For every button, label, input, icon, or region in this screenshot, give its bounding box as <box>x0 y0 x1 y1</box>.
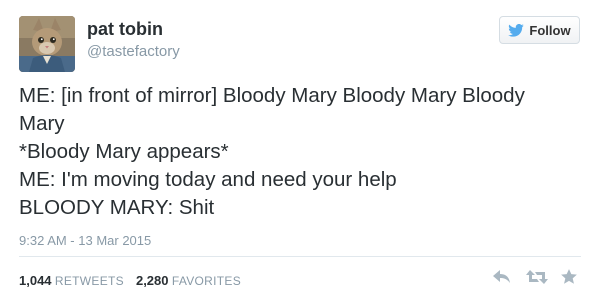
retweets-stat[interactable]: 1,044 RETWEETS <box>19 273 124 288</box>
divider <box>19 256 581 257</box>
cat-avatar-image <box>19 16 75 72</box>
user-display-name[interactable]: pat tobin <box>87 19 163 40</box>
tweet-line: Mary <box>19 112 65 135</box>
follow-button[interactable]: Follow <box>499 16 580 44</box>
tweet-actions <box>492 268 580 286</box>
tweet-text: ME: [in front of mirror] Bloody Mary Blo… <box>19 82 579 222</box>
tweet-line: BLOODY MARY: Shit <box>19 196 215 219</box>
tweet-line: *Bloody Mary appears* <box>19 140 229 163</box>
favorite-icon[interactable] <box>560 268 580 286</box>
retweets-label: RETWEETS <box>54 274 124 288</box>
favorites-stat[interactable]: 2,280 FAVORITES <box>136 273 241 288</box>
retweet-icon[interactable] <box>526 268 548 286</box>
favorites-label: FAVORITES <box>171 274 242 288</box>
tweet-card: pat tobin @tastefactory Follow ME: [in f… <box>0 0 600 304</box>
reply-icon[interactable] <box>492 268 512 286</box>
avatar[interactable] <box>19 16 75 72</box>
retweets-count: 1,044 <box>19 273 52 288</box>
tweet-stats: 1,044 RETWEETS 2,280 FAVORITES <box>19 273 241 288</box>
tweet-timestamp[interactable]: 9:32 AM - 13 Mar 2015 <box>19 233 151 248</box>
follow-button-label: Follow <box>529 22 571 38</box>
tweet-line: ME: I'm moving today and need your help <box>19 168 397 191</box>
user-handle[interactable]: @tastefactory <box>87 43 180 60</box>
tweet-line: ME: [in front of mirror] Bloody Mary Blo… <box>19 84 525 107</box>
twitter-bird-icon <box>508 23 525 37</box>
favorites-count: 2,280 <box>135 273 169 288</box>
